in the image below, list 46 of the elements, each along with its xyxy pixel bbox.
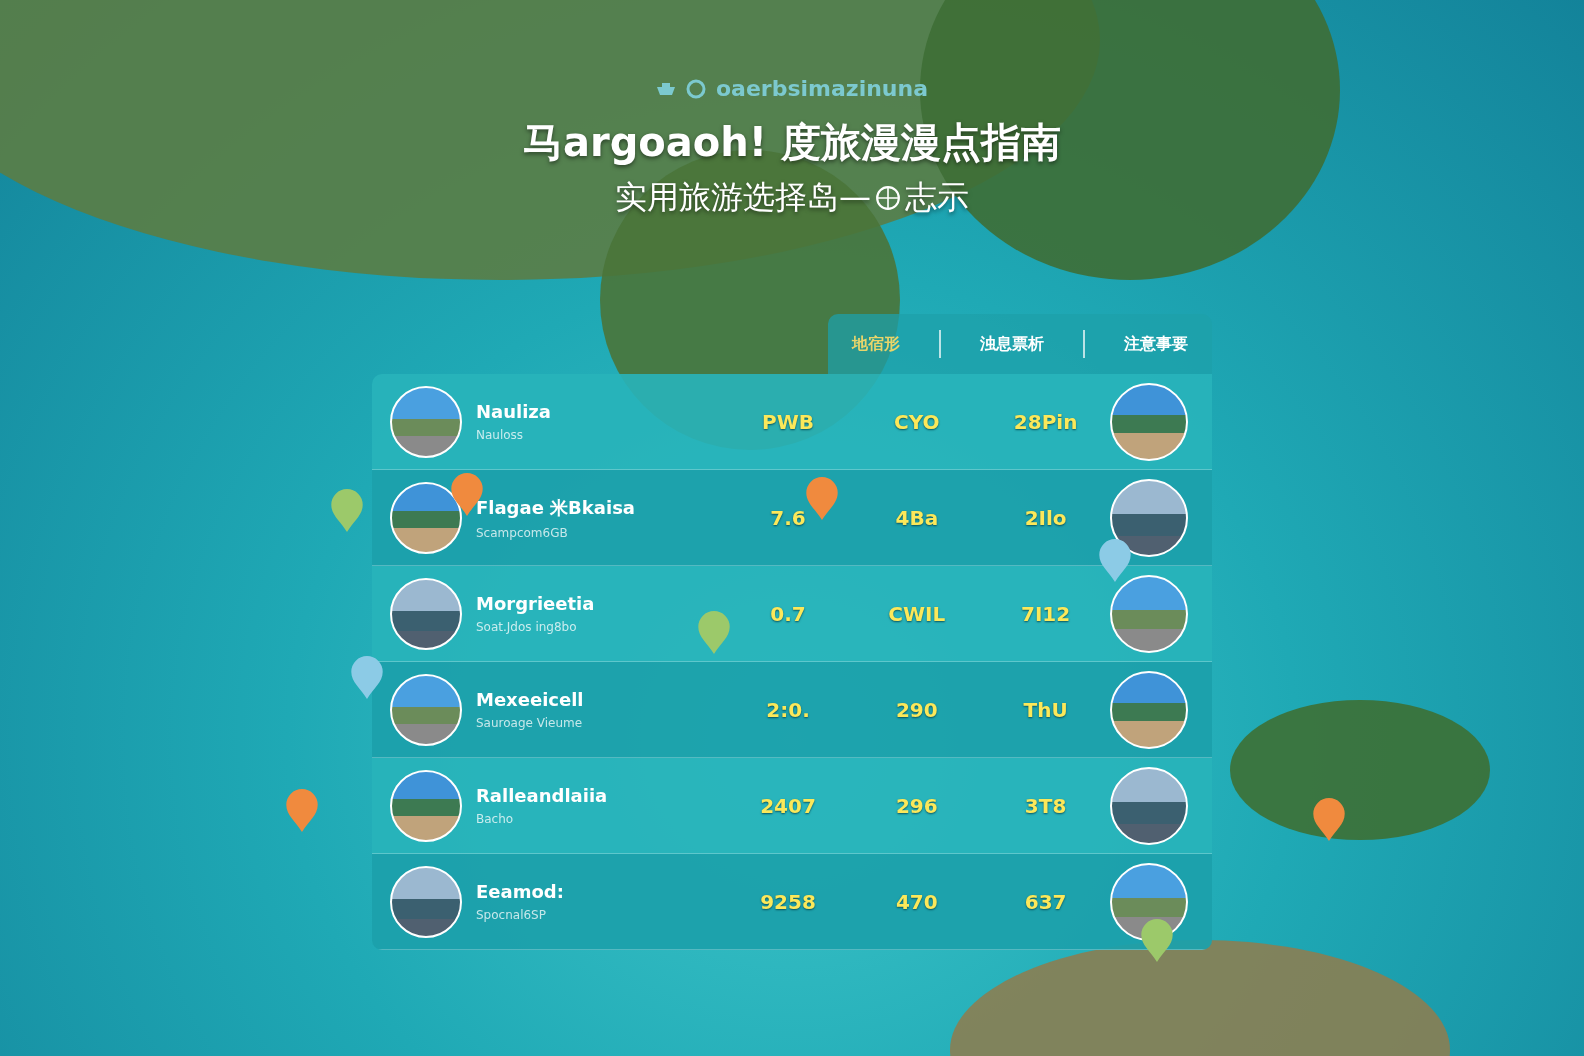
subtitle: 志示 [905,177,969,218]
destination-row[interactable]: Nauliza Nauloss PWB CYO 28Pin [372,374,1212,470]
tab[interactable]: 注意事要 [1113,327,1198,361]
map-pin-icon[interactable] [1140,918,1174,962]
destination-detail: Soat.Jdos ing8bo [476,620,578,634]
subtitle: 实用旅游选择岛— [615,177,871,218]
table-cell-text: 3T8 [1023,793,1068,818]
table-cell-text: 7.6 [769,505,807,530]
destination-detail: Spocnal6SP [476,908,547,922]
destination-name: Eeamod: [476,881,565,902]
table-cell-text: 470 [894,889,939,914]
destination-row[interactable]: Flagae 米Bkaisa Scampcom6GB 7.6 4Ba 2Ilo [372,470,1212,566]
table-cell-text: 2Ilo [1023,505,1068,530]
map-pin-icon[interactable] [1098,538,1132,582]
table-cell-text: 637 [1023,889,1068,914]
destination-row[interactable]: Mexeeicell Sauroage Vieume 2:0. 290 ThU [372,662,1212,758]
brand-name: oaerbsimazinuna [715,76,929,101]
table-cell-text: 290 [894,697,939,722]
tab[interactable]: 浊息票析 [970,327,1054,361]
map-pin-icon[interactable] [1312,797,1346,841]
table-cell-text: 296 [894,793,939,818]
tab[interactable]: 地宿形 [842,327,911,361]
destination-name: Flagae 米Bkaisa [476,495,636,520]
destination-detail: Nauloss [476,428,525,442]
destination-name: Ralleandlaiia [476,785,609,806]
table-cell-text: 28Pin [1012,409,1079,434]
page-title: 马argoaoh! 度旅漫漫点指南 [523,118,1061,167]
destination-detail: Bacho [476,812,515,826]
table-cell-text: CYO [893,409,941,434]
table-cell-text: 2:0. [765,697,811,722]
table-cell-text: 0.7 [769,601,807,626]
table-cell-text: PWB [761,409,816,434]
destination-name: Nauliza [476,401,552,422]
destination-row[interactable]: Eeamod: Spocnal6SP 9258 470 637 [372,854,1212,950]
destination-name: Morgrieetia [476,593,596,614]
boat-icon [655,81,676,96]
destination-detail: Sauroage Vieume [476,716,584,730]
table-cell-text: 9258 [759,889,817,914]
destination-row[interactable]: Ralleandlaiia Bacho 2407 296 3T8 [372,758,1212,854]
table-cell-text: 4Ba [894,505,940,530]
destination-detail: Scampcom6GB [476,525,569,540]
table-cell-text: CWIL [887,601,947,626]
destination-name: Mexeeicell [476,689,585,710]
table-cell-text: ThU [1022,697,1069,722]
table-cell-text: 7I12 [1020,601,1072,626]
table-cell-text: 2407 [759,793,817,818]
